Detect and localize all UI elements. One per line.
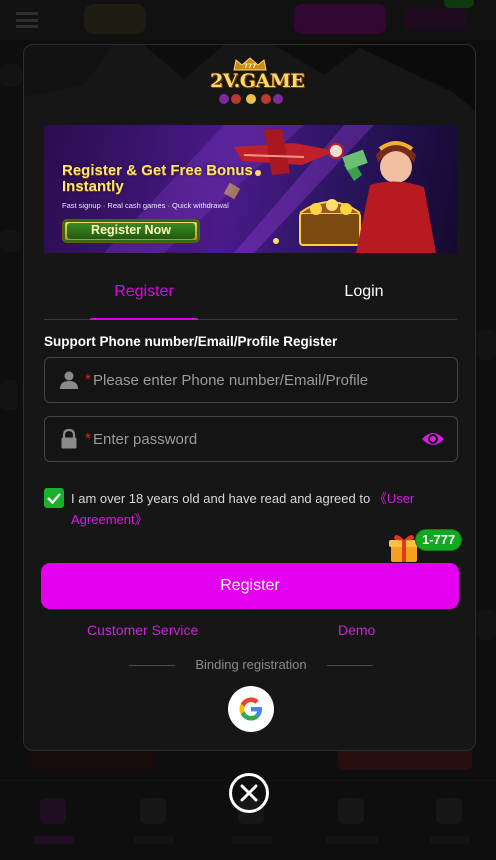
required-mark: *: [85, 430, 91, 447]
account-input[interactable]: [93, 366, 413, 394]
gift-promo[interactable]: 1-777: [389, 529, 465, 565]
brand-logo: 777 2V.GAME: [210, 57, 305, 107]
logo-orbs: [219, 94, 283, 104]
svg-text:777: 777: [244, 63, 257, 70]
google-icon: [239, 697, 262, 721]
tab-login[interactable]: Login: [310, 279, 418, 319]
register-modal: 777 2V.GAME Register & Get Free Bonus In…: [23, 44, 476, 751]
register-button[interactable]: Register: [41, 563, 459, 609]
lock-icon: [61, 429, 77, 449]
agreement-statement: I am over 18 years old and have read and…: [71, 491, 374, 506]
crown-icon: 777: [233, 57, 267, 71]
google-login-button[interactable]: [228, 686, 274, 732]
agreement-text: I am over 18 years old and have read and…: [71, 488, 461, 530]
register-now-button[interactable]: Register Now: [62, 219, 200, 243]
account-field[interactable]: *: [44, 357, 458, 403]
register-now-label: Register Now: [67, 223, 195, 239]
logo-text: 2V.GAME: [210, 70, 305, 92]
promo-badge: 1-777: [415, 529, 463, 551]
promo-banner[interactable]: Register & Get Free Bonus Instantly Fast…: [44, 125, 457, 253]
eye-icon[interactable]: [421, 429, 445, 449]
tab-register[interactable]: Register: [90, 279, 198, 320]
banner-title: Register & Get Free Bonus Instantly: [62, 162, 253, 195]
user-icon: [60, 371, 78, 389]
binding-divider: Binding registration: [129, 657, 373, 673]
required-mark: *: [85, 371, 91, 388]
close-modal-button[interactable]: [229, 773, 269, 813]
check-icon: [47, 493, 61, 505]
divider-line: [327, 665, 373, 666]
password-field[interactable]: *: [44, 416, 458, 462]
auth-tabs: Register Login: [44, 279, 457, 320]
close-icon: [240, 784, 258, 802]
banner-subtitle: Fast signup · Real cash games · Quick wi…: [62, 201, 229, 210]
agreement-checkbox[interactable]: [44, 488, 64, 508]
support-label: Support Phone number/Email/Profile Regis…: [44, 334, 338, 349]
password-input[interactable]: [93, 425, 413, 453]
demo-link[interactable]: Demo: [338, 622, 375, 638]
customer-service-link[interactable]: Customer Service: [87, 622, 198, 638]
